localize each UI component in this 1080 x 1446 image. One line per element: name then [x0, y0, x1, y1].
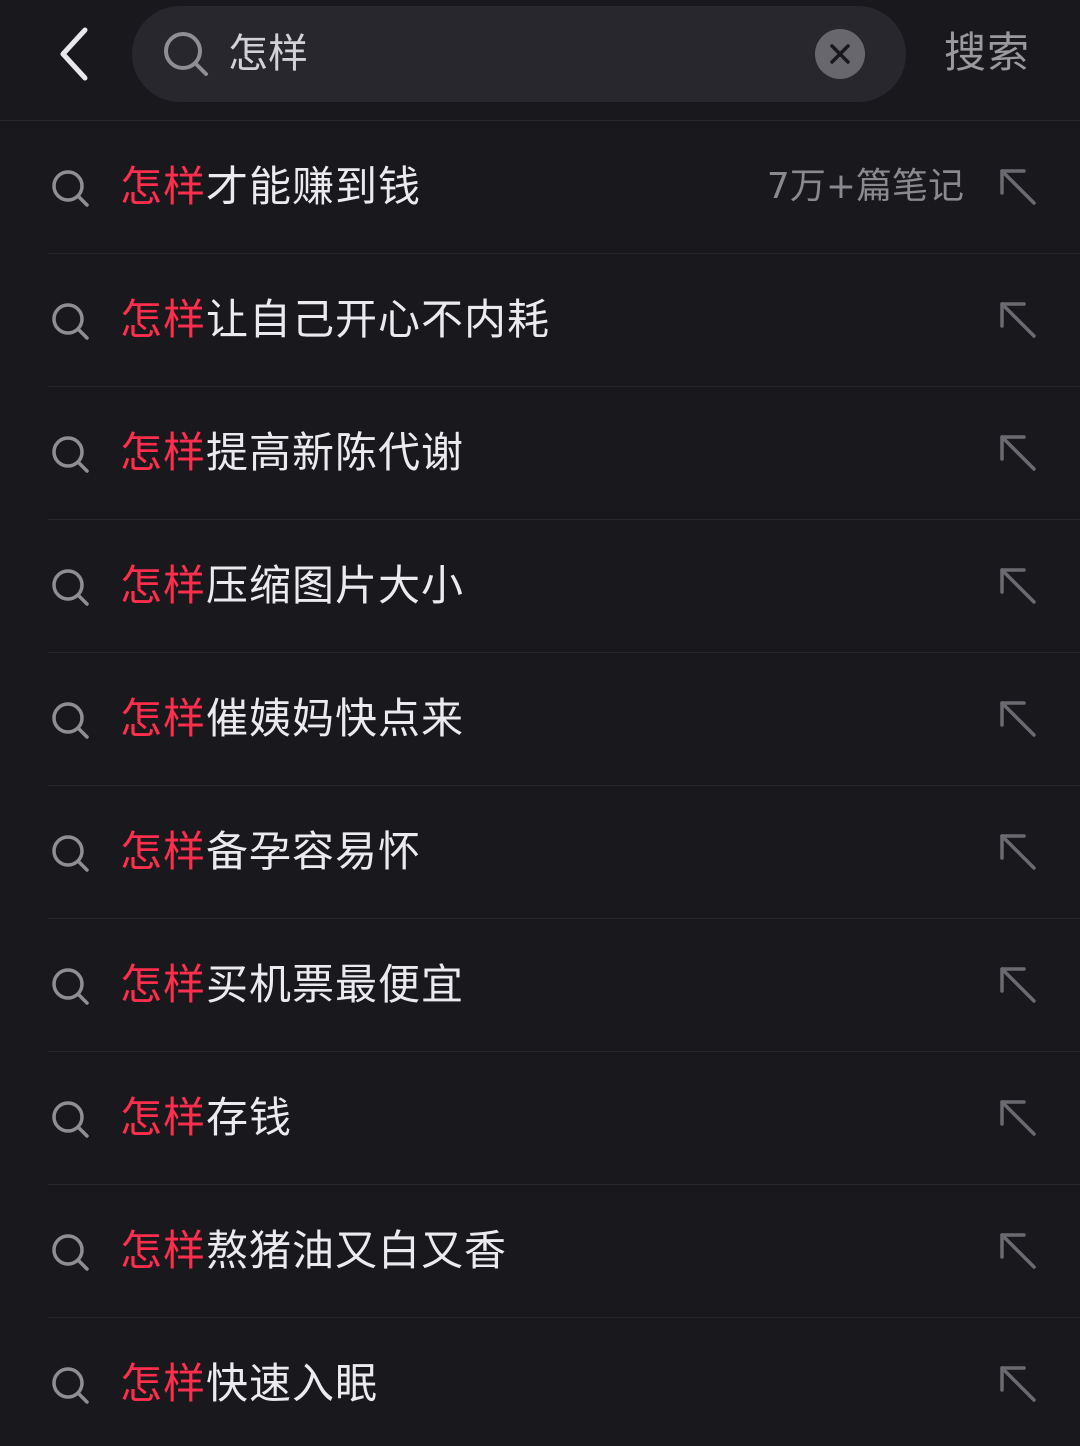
matched-prefix: 怎样 [120, 1093, 207, 1142]
suggestion-rest: 压缩图片大小 [206, 561, 465, 610]
suggestion-row[interactable]: 怎样熬猪油又白又香 [48, 1185, 1080, 1318]
suggestion-rest: 快速入眠 [206, 1359, 379, 1408]
search-icon [52, 569, 89, 606]
back-button[interactable] [40, 14, 110, 94]
search-icon [52, 1101, 89, 1138]
arrow-up-left-icon[interactable] [996, 830, 1040, 874]
suggestion-row[interactable]: 怎样快速入眠 [48, 1318, 1080, 1446]
search-icon [52, 1234, 89, 1271]
arrow-up-left-icon[interactable] [996, 431, 1040, 475]
search-box[interactable] [132, 6, 906, 102]
suggestion-row[interactable]: 怎样才能赚到钱 7万+篇笔记 [48, 121, 1080, 254]
matched-prefix: 怎样 [120, 1359, 207, 1408]
suggestion-text: 怎样买机票最便宜 [120, 957, 464, 1013]
search-input[interactable] [228, 24, 788, 84]
close-icon [830, 44, 850, 64]
suggestion-text: 怎样提高新陈代谢 [120, 425, 464, 481]
suggestion-text: 怎样压缩图片大小 [120, 558, 464, 614]
search-icon [52, 1367, 89, 1404]
search-icon [52, 170, 89, 207]
arrow-up-left-icon[interactable] [996, 1229, 1040, 1273]
search-icon [164, 32, 208, 76]
search-icon [52, 968, 89, 1005]
search-icon [52, 702, 89, 739]
search-icon [52, 835, 89, 872]
matched-prefix: 怎样 [120, 827, 207, 876]
search-header: 搜索 [0, 0, 1080, 121]
matched-prefix: 怎样 [120, 960, 207, 1009]
suggestion-text: 怎样存钱 [120, 1090, 292, 1146]
matched-prefix: 怎样 [120, 295, 207, 344]
arrow-up-left-icon[interactable] [996, 1096, 1040, 1140]
suggestion-rest: 买机票最便宜 [206, 960, 465, 1009]
search-icon [52, 303, 89, 340]
search-icon [52, 436, 89, 473]
arrow-up-left-icon[interactable] [996, 564, 1040, 608]
suggestion-rest: 催姨妈快点来 [206, 694, 465, 743]
matched-prefix: 怎样 [120, 561, 207, 610]
clear-search-button[interactable] [815, 29, 865, 79]
suggestion-text: 怎样熬猪油又白又香 [120, 1223, 507, 1279]
suggestion-row[interactable]: 怎样让自己开心不内耗 [48, 254, 1080, 387]
suggestion-row[interactable]: 怎样备孕容易怀 [48, 786, 1080, 919]
search-submit-button[interactable]: 搜索 [944, 24, 1030, 82]
suggestion-list: 怎样才能赚到钱 7万+篇笔记 怎样让自己开心不内耗 怎样提高新陈代谢 怎样压缩图… [0, 121, 1080, 1446]
matched-prefix: 怎样 [120, 162, 207, 211]
arrow-up-left-icon[interactable] [996, 298, 1040, 342]
suggestion-row[interactable]: 怎样催姨妈快点来 [48, 653, 1080, 786]
note-count: 7万+篇笔记 [766, 166, 964, 207]
suggestion-row[interactable]: 怎样提高新陈代谢 [48, 387, 1080, 520]
suggestion-row[interactable]: 怎样买机票最便宜 [48, 919, 1080, 1052]
chevron-left-icon [60, 27, 88, 81]
arrow-up-left-icon[interactable] [996, 165, 1040, 209]
suggestion-row[interactable]: 怎样存钱 [48, 1052, 1080, 1185]
suggestion-rest: 备孕容易怀 [206, 827, 422, 876]
suggestion-rest: 才能赚到钱 [206, 162, 422, 211]
suggestion-text: 怎样催姨妈快点来 [120, 691, 464, 747]
suggestion-row[interactable]: 怎样压缩图片大小 [48, 520, 1080, 653]
suggestion-rest: 让自己开心不内耗 [206, 295, 551, 344]
suggestion-rest: 提高新陈代谢 [206, 428, 465, 477]
suggestion-text: 怎样让自己开心不内耗 [120, 292, 550, 348]
suggestion-text: 怎样快速入眠 [120, 1356, 378, 1412]
arrow-up-left-icon[interactable] [996, 1362, 1040, 1406]
arrow-up-left-icon[interactable] [996, 963, 1040, 1007]
suggestion-rest: 熬猪油又白又香 [206, 1226, 508, 1275]
matched-prefix: 怎样 [120, 1226, 207, 1275]
search-suggestion-screen: 搜索 怎样才能赚到钱 7万+篇笔记 怎样让自己开心不内耗 怎样提高新陈代谢 怎样… [0, 0, 1080, 1446]
matched-prefix: 怎样 [120, 694, 207, 743]
suggestion-text: 怎样备孕容易怀 [120, 824, 421, 880]
suggestion-text: 怎样才能赚到钱 [120, 159, 421, 215]
suggestion-rest: 存钱 [206, 1093, 293, 1142]
matched-prefix: 怎样 [120, 428, 207, 477]
arrow-up-left-icon[interactable] [996, 697, 1040, 741]
